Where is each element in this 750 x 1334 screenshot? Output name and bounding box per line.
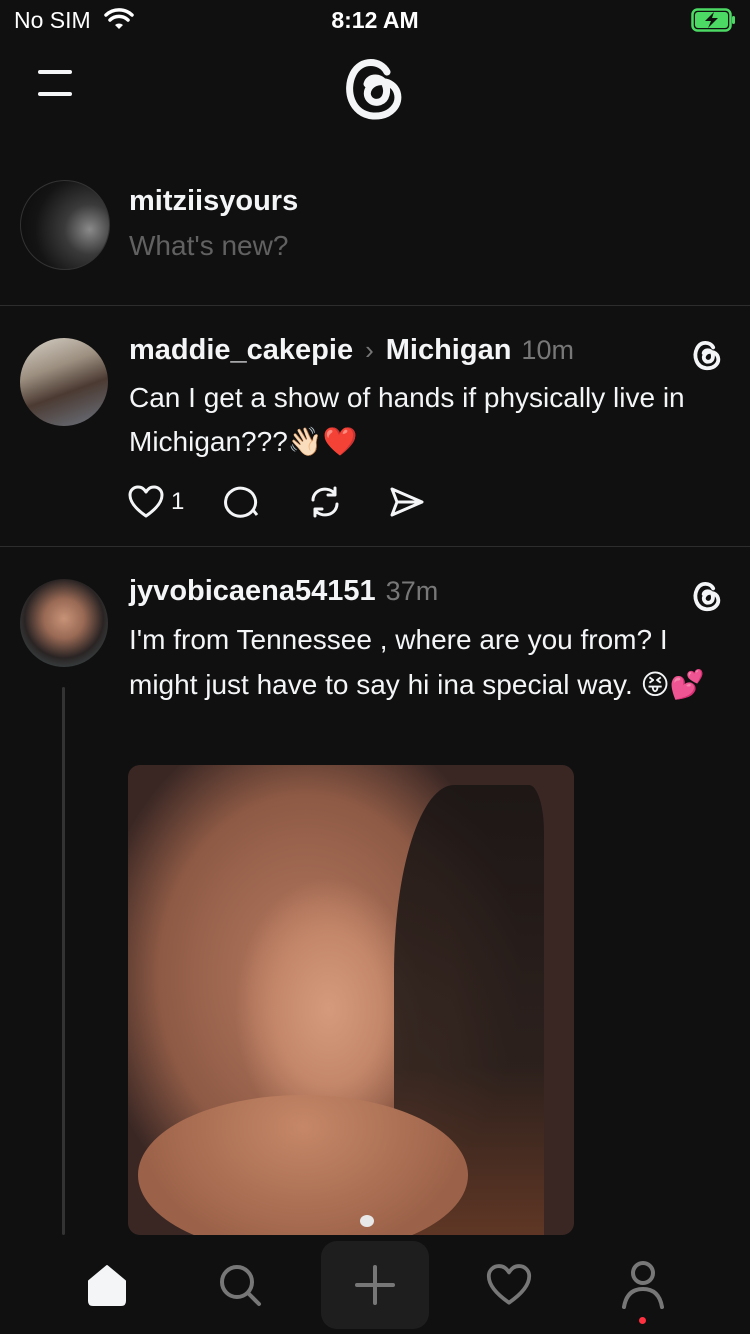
post-text: Can I get a show of hands if physically …	[129, 382, 685, 457]
avatar[interactable]	[20, 180, 110, 270]
image-detail	[360, 1215, 374, 1227]
post-time: 37m	[385, 576, 439, 606]
status-bar: No SIM 8:12 AM	[0, 0, 750, 42]
post-image[interactable]	[128, 765, 574, 1235]
bottom-tab-bar	[0, 1237, 750, 1334]
like-button[interactable]: 1	[127, 484, 184, 520]
reply-button[interactable]	[224, 484, 262, 520]
post-username[interactable]: maddie_cakepie	[129, 334, 353, 367]
post-header: maddie_cakepie › Michigan 10m	[129, 334, 574, 367]
post-header: jyvobicaena54151 37m	[129, 575, 438, 608]
feed-post[interactable]: maddie_cakepie › Michigan 10m Can I get …	[0, 306, 750, 547]
avatar[interactable]	[20, 338, 108, 426]
post-topic[interactable]: Michigan	[386, 334, 512, 367]
threads-logo-icon[interactable]	[690, 577, 724, 618]
post-time: 10m	[521, 335, 574, 365]
repost-icon	[311, 486, 339, 518]
repost-button[interactable]	[306, 484, 344, 520]
threads-logo-icon[interactable]	[341, 48, 407, 129]
top-bar	[0, 42, 750, 132]
menu-icon-bar	[38, 70, 72, 74]
home-icon	[88, 1265, 126, 1306]
post-actions: 1	[127, 482, 426, 522]
thread-line	[62, 687, 65, 1235]
avatar[interactable]	[20, 579, 108, 667]
feed-post[interactable]: jyvobicaena54151 37m I'm from Tennessee …	[0, 547, 750, 1247]
post-text: I'm from Tennessee , where are you from?…	[129, 624, 705, 700]
notification-dot	[639, 1317, 646, 1324]
threads-logo-icon[interactable]	[690, 336, 724, 377]
profile-icon	[622, 1261, 664, 1309]
new-thread-composer[interactable]: mitziisyours What's new?	[0, 170, 750, 306]
plus-icon	[355, 1265, 395, 1305]
heart-icon	[486, 1264, 532, 1305]
tab-compose[interactable]	[321, 1241, 429, 1329]
composer-username: mitziisyours	[129, 185, 299, 217]
tab-home[interactable]	[77, 1255, 137, 1315]
send-icon	[390, 487, 424, 517]
tab-activity[interactable]	[479, 1255, 539, 1315]
battery-charging-icon	[691, 8, 737, 37]
composer-placeholder[interactable]: What's new?	[129, 230, 288, 262]
tab-profile[interactable]	[613, 1255, 673, 1315]
share-button[interactable]	[388, 484, 426, 520]
status-time: 8:12 AM	[331, 7, 419, 33]
menu-icon-bar	[38, 92, 72, 96]
post-username[interactable]: jyvobicaena54151	[129, 575, 376, 608]
comment-icon	[224, 486, 259, 518]
chevron-right-icon: ›	[365, 335, 374, 365]
heart-icon	[128, 485, 164, 518]
menu-button[interactable]	[32, 64, 80, 104]
tab-search[interactable]	[210, 1255, 270, 1315]
like-count: 1	[171, 488, 185, 515]
search-icon	[220, 1265, 261, 1306]
